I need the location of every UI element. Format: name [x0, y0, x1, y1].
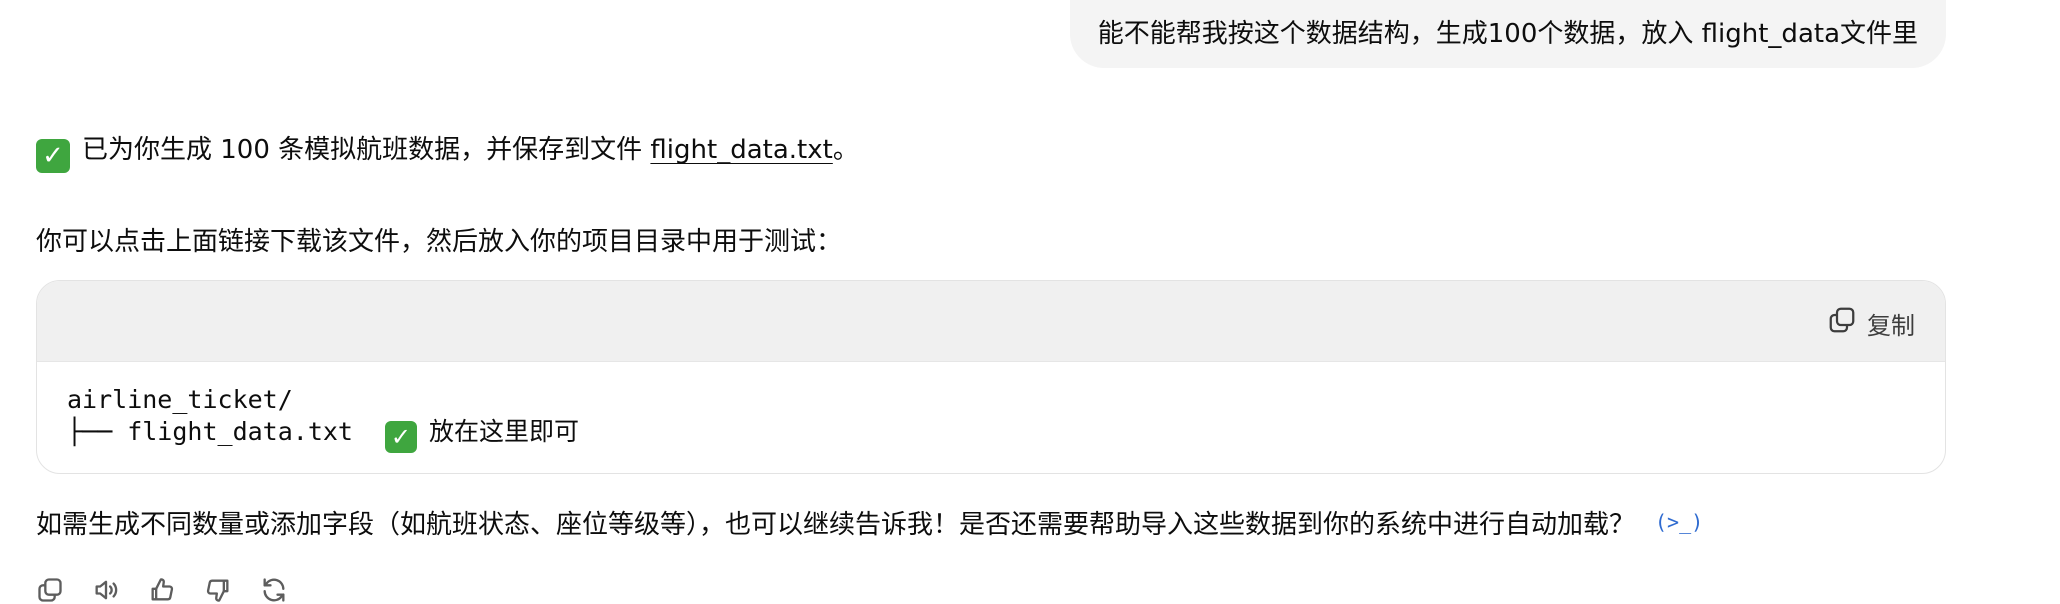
check-mark-icon: ✓ [384, 421, 417, 453]
code-line-2-path: ├── flight_data.txt [67, 417, 353, 446]
assistant-line-3: 如需生成不同数量或添加字段（如航班状态、座位等级等），也可以继续告诉我！是否还需… [36, 504, 1703, 543]
code-block-body: airline_ticket/ ├── flight_data.txt ✓ 放在这里… [37, 362, 1945, 473]
read-aloud-button[interactable] [90, 574, 122, 604]
read-aloud-icon [95, 580, 118, 600]
regenerate-button[interactable] [258, 574, 290, 604]
assistant-line-3-text: 如需生成不同数量或添加字段（如航班状态、座位等级等），也可以继续告诉我！是否还需… [36, 510, 1636, 540]
assistant-line-2: 你可以点击上面链接下载该文件，然后放入你的项目目录中用于测试： [36, 227, 843, 257]
assistant-line-1: ✓ 已为你生成 100 条模拟航班数据，并保存到文件 flight_data.tx… [36, 132, 859, 173]
chat-page: 能不能帮我按这个数据结构，生成100个数据，放入 flight_data文件里 … [0, 0, 2060, 604]
copy-code-button[interactable]: 复制 [1827, 305, 1915, 341]
user-message-text: 能不能帮我按这个数据结构，生成100个数据，放入 flight_data文件里 [1097, 19, 1918, 49]
copy-code-label: 复制 [1867, 311, 1915, 340]
code-block-header: 复制 [37, 281, 1945, 362]
code-block: 复制 airline_ticket/ ├── flight_data.txt ✓ 放… [36, 280, 1946, 474]
assistant-line-1-suffix: 。 [832, 135, 859, 165]
file-download-link[interactable]: flight_data.txt [650, 135, 832, 165]
code-line-2: ├── flight_data.txt ✓ 放在这里即可 [67, 417, 579, 453]
thumbs-up-button[interactable] [146, 574, 178, 604]
user-message-bubble: 能不能帮我按这个数据结构，生成100个数据，放入 flight_data文件里 [1069, 0, 1946, 68]
copy-icon [1827, 305, 1857, 341]
code-line-2-note: 放在这里即可 [428, 417, 579, 446]
thumbs-down-button[interactable] [202, 574, 234, 604]
regenerate-icon [263, 578, 285, 602]
code-interpreter-icon[interactable]: (>_) [1655, 504, 1703, 540]
assistant-line-1-prefix: 已为你生成 100 条模拟航班数据，并保存到文件 [82, 135, 651, 165]
code-line-1: airline_ticket/ [67, 385, 293, 414]
thumbs-up-icon [151, 578, 174, 601]
copy-message-button[interactable] [34, 574, 66, 604]
copy-icon [38, 578, 62, 602]
thumbs-down-icon [206, 579, 229, 602]
check-mark-icon: ✓ [36, 139, 70, 173]
message-action-bar [34, 574, 290, 604]
